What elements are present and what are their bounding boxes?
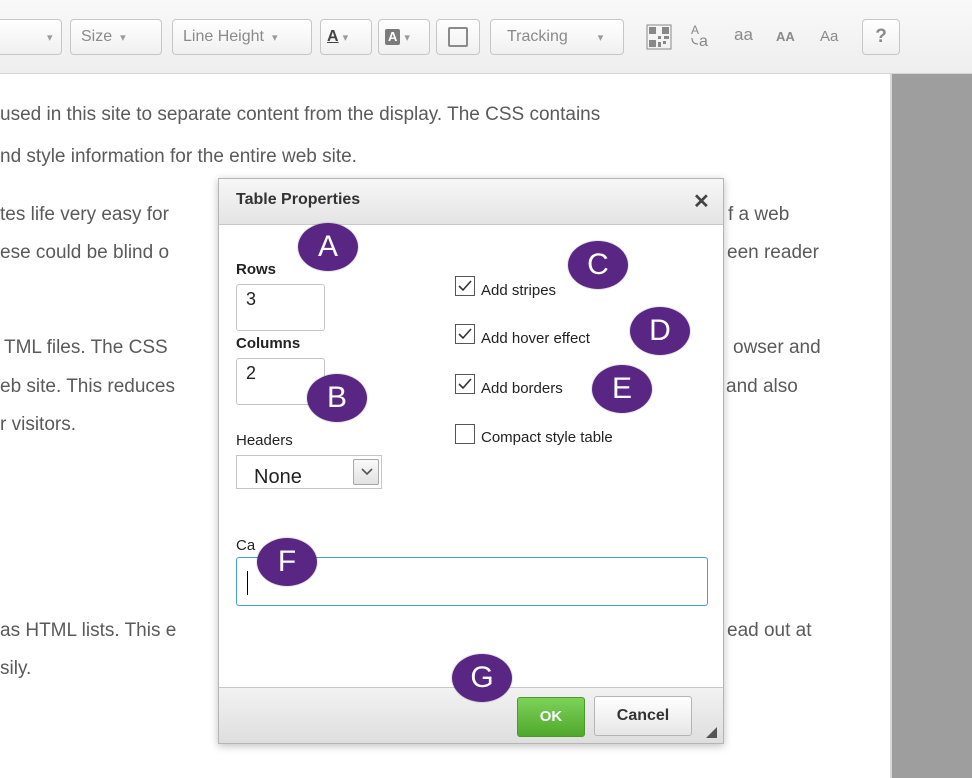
svg-text:a: a [699, 33, 708, 48]
help-button[interactable]: ? [862, 19, 900, 55]
columns-label: Columns [236, 335, 301, 352]
chevron-down-icon[interactable] [353, 459, 379, 485]
add-hover-effect-checkbox[interactable] [455, 324, 475, 344]
font-color-button[interactable]: A ▾ [320, 19, 372, 55]
doc-line-9: sily. [0, 658, 32, 679]
rows-label: Rows [236, 261, 277, 278]
line-height-caret: ▾ [271, 32, 278, 44]
add-borders-label: Add borders [481, 380, 563, 397]
annotation-badge-d: D [630, 307, 690, 355]
dialog-title: Table Properties [236, 191, 361, 208]
change-case-icon[interactable]: Aa [690, 22, 714, 53]
font-color-caret: ▾ [342, 32, 349, 44]
tracking-dropdown[interactable]: Tracking ▾ [490, 19, 624, 55]
font-size-dropdown[interactable]: Size ▾ [70, 19, 162, 55]
add-stripes-label: Add stripes [481, 282, 557, 299]
doc-line-5b: owser and [733, 337, 821, 358]
font-color-glyph: A [327, 28, 339, 45]
doc-line-4: ese could be blind o [0, 242, 170, 263]
line-height-label: Line Height [183, 28, 264, 45]
font-size-label: Size [81, 28, 113, 45]
background-color-caret: ▾ [404, 32, 410, 44]
side-panel [890, 74, 972, 778]
ok-button[interactable]: OK [517, 697, 585, 737]
doc-line-7: r visitors. [0, 414, 76, 435]
font-size-caret: ▾ [120, 32, 126, 44]
uppercase-button[interactable]: AA [776, 29, 795, 44]
doc-line-5: TML files. The CSS [4, 337, 168, 358]
doc-line-8b: ead out at [727, 620, 812, 641]
page-break-icon [448, 27, 468, 47]
lowercase-button[interactable]: aa [734, 25, 753, 45]
doc-line-6: eb site. This reduces [0, 376, 175, 397]
resize-handle-icon[interactable] [706, 727, 717, 738]
titlecase-button[interactable]: Aa [820, 28, 838, 45]
compact-style-table-label: Compact style table [481, 429, 613, 446]
font-family-dropdown[interactable]: ▾ [0, 19, 62, 55]
dialog-header: Table Properties ✕ [219, 179, 723, 225]
annotation-badge-b: B [307, 374, 367, 422]
cancel-button[interactable]: Cancel [594, 696, 692, 736]
line-height-dropdown[interactable]: Line Height ▾ [172, 19, 312, 55]
annotation-badge-e: E [592, 365, 652, 413]
doc-line-3: tes life very easy for [0, 204, 169, 225]
doc-line-1: used in this site to separate content fr… [0, 104, 601, 125]
doc-line-6b: and also [726, 376, 798, 397]
background-color-button[interactable]: A ▾ [378, 19, 430, 55]
tracking-caret: ▾ [597, 32, 604, 44]
headers-select[interactable]: None [236, 455, 382, 489]
tracking-label: Tracking [507, 28, 568, 45]
add-stripes-checkbox[interactable] [455, 276, 475, 296]
caption-label: Ca [236, 537, 256, 554]
font-family-caret: ▾ [47, 32, 53, 44]
rows-input[interactable]: 3 [236, 284, 325, 331]
checkmark-icon [458, 280, 472, 292]
svg-text:A: A [691, 23, 699, 37]
annotation-badge-c: C [568, 241, 628, 289]
checkmark-icon [458, 328, 472, 340]
add-borders-checkbox[interactable] [455, 374, 475, 394]
doc-line-2: nd style information for the entire web … [0, 146, 357, 167]
add-hover-effect-label: Add hover effect [481, 330, 590, 347]
background-color-glyph: A [385, 29, 401, 45]
paragraph-format-button[interactable] [436, 19, 480, 55]
headers-label: Headers [236, 432, 293, 449]
annotation-badge-a: A [298, 223, 358, 271]
text-caret [247, 571, 248, 595]
compact-style-table-checkbox[interactable] [455, 424, 475, 444]
doc-line-3b: f a web [728, 204, 790, 225]
checkmark-icon [458, 378, 472, 390]
doc-line-4b: een reader [727, 242, 819, 263]
doc-line-8: as HTML lists. This e [0, 620, 177, 641]
editor-screen: ▾ Size ▾ Line Height ▾ A ▾ A ▾ Tracking ▾ Aa … [0, 0, 972, 778]
formatting-toolbar: ▾ Size ▾ Line Height ▾ A ▾ A ▾ Tracking ▾ Aa … [0, 0, 972, 74]
close-icon[interactable]: ✕ [693, 189, 710, 214]
annotation-badge-g: G [452, 654, 512, 702]
qr-code-icon[interactable] [646, 24, 672, 55]
annotation-badge-f: F [257, 538, 317, 586]
headers-selected-value: None [254, 466, 302, 488]
